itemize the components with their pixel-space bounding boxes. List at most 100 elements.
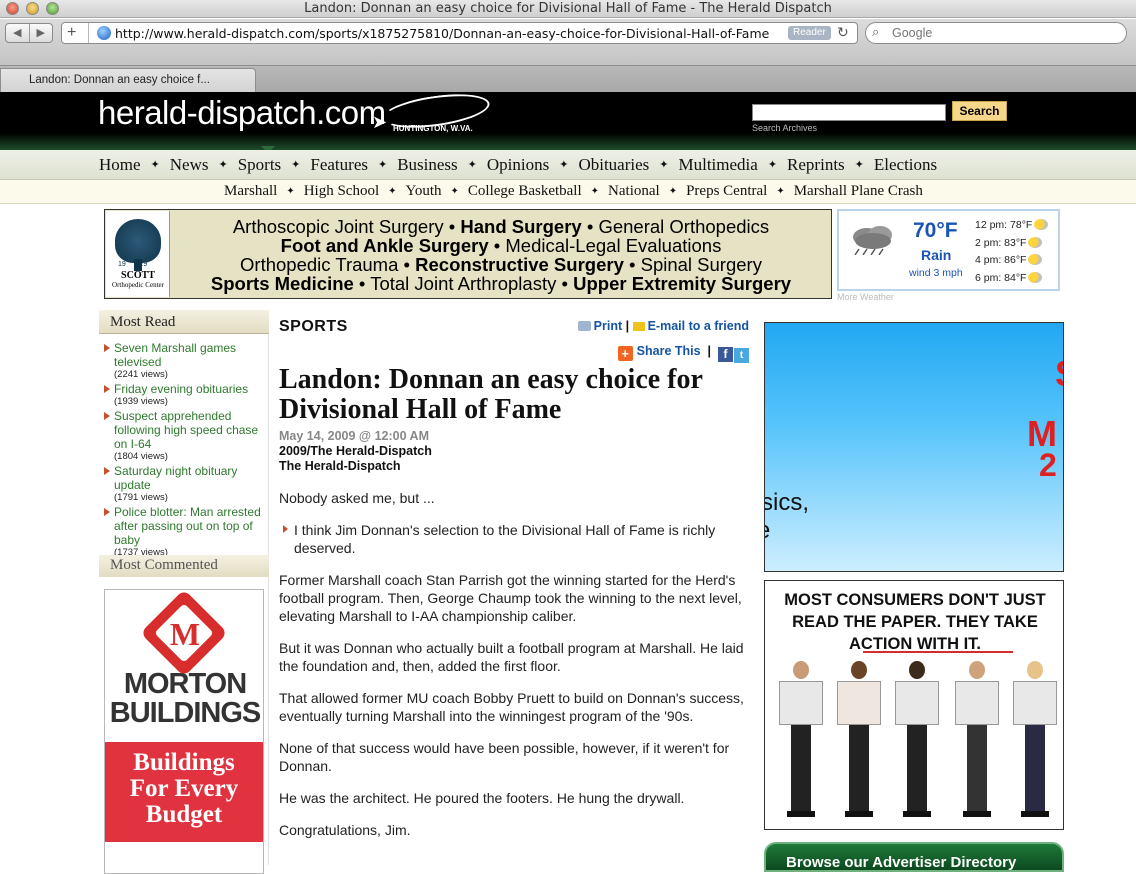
advertiser-directory-button[interactable]: Browse our Advertiser Directory xyxy=(764,842,1064,872)
nav-separator-icon: ✦ xyxy=(291,159,301,171)
subnav-item-youth[interactable]: Youth xyxy=(406,183,442,201)
nav-item-news[interactable]: News xyxy=(170,155,209,175)
nav-item-obituaries[interactable]: Obituaries xyxy=(578,155,649,175)
logo-location: HUNTINGTON, W.VA. xyxy=(393,124,473,133)
nav-item-reprints[interactable]: Reprints xyxy=(787,155,845,175)
nav-item-features[interactable]: Features xyxy=(310,155,368,175)
tab-current[interactable]: Landon: Donnan an easy choice f... xyxy=(0,68,256,92)
reader-button[interactable]: Reader xyxy=(788,26,831,40)
sub-nav-items: Marshall ✦ High School ✦ Youth ✦ College Baske… xyxy=(224,183,923,201)
subnav-item-national[interactable]: National xyxy=(608,183,660,201)
search-archives-link[interactable]: Search Archives xyxy=(752,123,817,133)
weather-widget[interactable]: 70°F Rain wind 3 mph 12 pm: 78°F 2 pm: 8… xyxy=(837,209,1060,291)
search-icon: ⌕ xyxy=(872,24,880,39)
list-item: Suspect apprehended following high speed… xyxy=(104,409,266,462)
morton-buildings-ad[interactable]: M MORTON BUILDINGS Buildings For Every Budg… xyxy=(104,589,264,874)
article-body: Nobody asked me, but ... I think Jim Don… xyxy=(279,489,749,853)
subnav-item-high-school[interactable]: High School xyxy=(304,183,379,201)
banner-line-2: Foot and Ankle Surgery • Medical-Legal E… xyxy=(280,235,722,256)
most-read-link[interactable]: Seven Marshall games televised xyxy=(114,341,266,369)
nav-separator-icon: ✦ xyxy=(668,186,678,197)
share-plus-icon[interactable]: + xyxy=(617,346,633,361)
subnav-item-marshall[interactable]: Marshall xyxy=(224,183,277,201)
logo-subtitle: Orthopedic Center xyxy=(112,281,164,289)
subnav-item-college-basketball[interactable]: College Basketball xyxy=(468,183,582,201)
more-weather-link[interactable]: More Weather xyxy=(837,292,894,302)
logo-name: SCOTT xyxy=(121,270,155,281)
nav-separator-icon: ✦ xyxy=(388,186,397,197)
most-commented-header[interactable]: Most Commented xyxy=(99,555,269,577)
email-link[interactable]: E-mail to a friend xyxy=(648,319,749,333)
list-item: Saturday night obituary update (1791 view… xyxy=(104,464,266,503)
window-title: Landon: Donnan an easy choice for Divisi… xyxy=(304,1,832,16)
paragraph: Former Marshall coach Stan Parrish got t… xyxy=(279,572,742,624)
add-bookmark-icon[interactable]: + xyxy=(67,23,76,43)
nav-separator-icon: ✦ xyxy=(854,159,864,171)
address-bar[interactable]: + http://www.herald-dispatch.com/sports/… xyxy=(61,22,858,44)
partly-sunny-icon xyxy=(1028,271,1043,283)
twitter-icon[interactable]: t xyxy=(734,348,749,363)
forward-icon[interactable]: ▶ xyxy=(30,24,53,42)
most-read-link[interactable]: Saturday night obituary update xyxy=(114,464,266,492)
share-link[interactable]: Share This xyxy=(637,344,701,358)
divider xyxy=(863,651,1013,653)
left-sidebar: Most Read Seven Marshall games televised… xyxy=(99,310,269,874)
url-text[interactable]: http://www.herald-dispatch.com/sports/x1… xyxy=(115,26,769,41)
banner-line-3: Orthopedic Trauma • Reconstructive Surge… xyxy=(240,254,762,275)
ad-red-text: 2 xyxy=(1039,447,1057,483)
paragraph: But it was Donnan who actually built a f… xyxy=(279,640,744,674)
nav-separator-icon: ✦ xyxy=(590,186,600,197)
browser-search-field[interactable]: ⌕ xyxy=(865,22,1127,44)
nav-item-elections[interactable]: Elections xyxy=(874,155,937,175)
ad-red-text: S xyxy=(1055,353,1063,395)
morton-name: MORTON BUILDINGS xyxy=(109,668,262,729)
email-icon xyxy=(632,322,645,331)
view-count: (1804 views) xyxy=(114,451,168,462)
subnav-item-preps-central[interactable]: Preps Central xyxy=(686,183,767,201)
browser-toolbar: ◀ ▶ + http://www.herald-dispatch.com/spo… xyxy=(0,19,1136,65)
section-label: SPORTS xyxy=(279,318,348,335)
subnav-item-marshall-plane-crash[interactable]: Marshall Plane Crash xyxy=(794,183,923,201)
share-bar: + Share This | ft xyxy=(617,344,749,363)
print-link[interactable]: Print xyxy=(594,319,622,333)
nav-separator-icon: ✦ xyxy=(450,186,459,197)
most-read-link[interactable]: Suspect apprehended following high speed… xyxy=(114,409,266,451)
nav-item-business[interactable]: Business xyxy=(397,155,457,175)
ad-headline: MOST CONSUMERS DON'T JUST READ THE PAPER… xyxy=(784,591,1046,653)
consumers-ad[interactable]: MOST CONSUMERS DON'T JUST READ THE PAPER… xyxy=(764,580,1064,830)
most-read-link[interactable]: Police blotter: Man arrested after passi… xyxy=(114,505,266,547)
wind-speed: wind 3 mph xyxy=(909,267,963,279)
orthopedic-banner-ad[interactable]: 19 29 SCOTT Orthopedic Center Arthoscopi… xyxy=(104,209,832,299)
partly-sunny-icon xyxy=(1028,254,1043,265)
nav-item-multimedia[interactable]: Multimedia xyxy=(679,155,758,175)
back-icon[interactable]: ◀ xyxy=(6,24,30,42)
nav-item-home[interactable]: Home xyxy=(99,155,141,175)
morton-tagline: Buildings For Every Budget xyxy=(105,742,263,842)
view-count: (2241 views) xyxy=(114,369,168,380)
paragraph: Congratulations, Jim. xyxy=(279,822,411,838)
nav-item-opinions[interactable]: Opinions xyxy=(487,155,549,175)
tab-title: Landon: Donnan an easy choice f... xyxy=(29,74,210,86)
mouse-cursor-icon: ➤ xyxy=(372,112,388,132)
partly-sunny-icon xyxy=(1028,236,1043,248)
forecast-item: 2 pm: 83°F xyxy=(975,235,1048,253)
ad-text: e xyxy=(765,517,770,545)
sky-ad[interactable]: S M 2 sics, e xyxy=(764,322,1064,572)
article-headline: Landon: Donnan an easy choice for Divisi… xyxy=(279,364,703,425)
browser-search-input[interactable] xyxy=(892,25,1112,41)
banner-services: Arthoscopic Joint Surgery • Hand Surgery… xyxy=(171,217,831,293)
paragraph: That allowed former MU coach Bobby Pruet… xyxy=(279,690,744,724)
most-read-link[interactable]: Friday evening obituaries xyxy=(114,382,266,396)
forecast-item: 6 pm: 84°F xyxy=(975,270,1048,288)
site-search-input[interactable] xyxy=(752,104,946,121)
site-search-button[interactable]: Search xyxy=(952,101,1007,121)
nav-separator-icon: ✦ xyxy=(559,159,569,171)
reload-icon[interactable]: ↻ xyxy=(837,24,849,41)
main-nav-items: Home ✦ News ✦ Sports ✦ Features ✦ Business ✦ Opini… xyxy=(99,155,937,175)
scott-orthopedic-logo: 19 29 SCOTT Orthopedic Center xyxy=(106,211,170,297)
nav-item-sports[interactable]: Sports xyxy=(238,155,281,175)
site-logo[interactable]: herald-dispatch.com xyxy=(98,94,386,132)
most-read-header: Most Read xyxy=(99,310,269,334)
facebook-icon[interactable]: f xyxy=(718,347,733,362)
nav-separator-icon: ✦ xyxy=(286,186,295,197)
